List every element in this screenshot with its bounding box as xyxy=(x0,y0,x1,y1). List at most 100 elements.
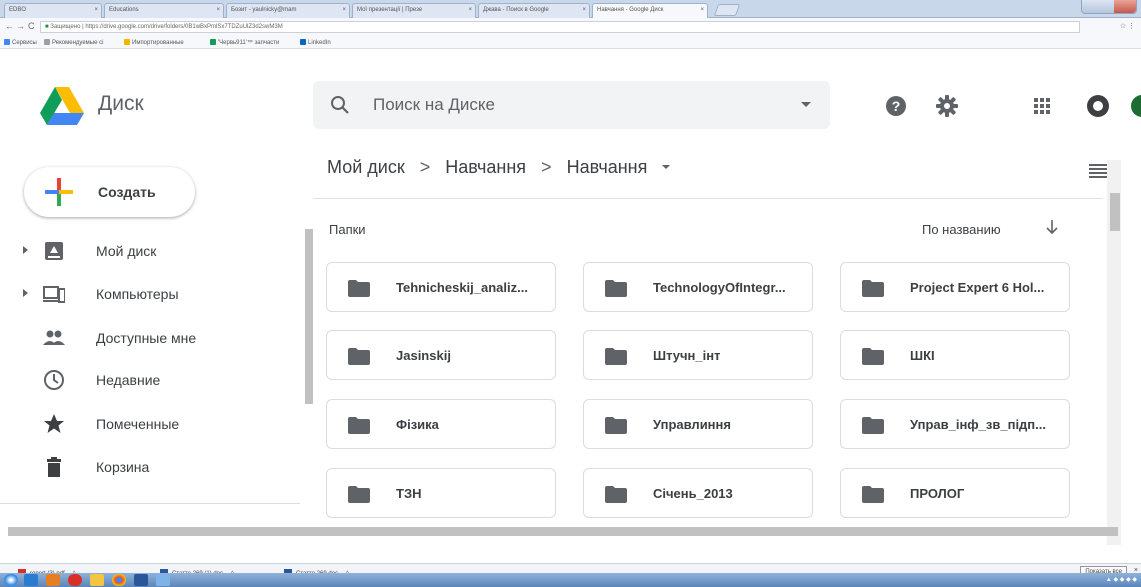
bookmark-item[interactable]: Сервисы xyxy=(4,39,37,46)
folder-icon xyxy=(605,280,627,297)
drive-logo-icon[interactable] xyxy=(40,87,84,127)
folder-card[interactable]: Штучн_інт xyxy=(583,330,813,380)
folder-name: Штучн_інт xyxy=(653,348,721,363)
sidebar-scrollbar[interactable] xyxy=(305,229,313,404)
folder-name: Січень_2013 xyxy=(653,486,733,501)
sidebar-item-recent[interactable]: Недавние xyxy=(0,362,300,398)
sidebar-item-trash[interactable]: Корзина xyxy=(0,449,300,485)
sidebar-item-shared[interactable]: Доступные мне xyxy=(0,320,300,356)
word-icon[interactable] xyxy=(134,574,148,586)
folder-card[interactable]: Фізика xyxy=(326,399,556,449)
chrome-icon[interactable] xyxy=(112,574,126,586)
sidebar-item-my-drive[interactable]: Мой диск xyxy=(0,233,300,269)
folder-card[interactable]: ПРОЛОГ xyxy=(840,468,1070,518)
search-options-dropdown-icon[interactable] xyxy=(801,102,811,107)
expand-arrow-icon[interactable] xyxy=(23,246,28,254)
browser-tab[interactable]: Бозит - yaulnicky@mam × xyxy=(226,3,350,18)
shared-with-me-icon xyxy=(43,330,65,345)
breadcrumb-item[interactable]: Мой диск xyxy=(327,157,405,177)
apps-grid-icon[interactable] xyxy=(1033,97,1051,115)
internet-explorer-icon[interactable] xyxy=(24,574,38,586)
expand-arrow-icon[interactable] xyxy=(23,289,28,297)
folder-card[interactable]: ТЗН xyxy=(326,468,556,518)
folder-card[interactable]: TechnologyOfIntegr... xyxy=(583,262,813,312)
breadcrumb: Мой диск > Навчання > Навчання xyxy=(327,157,680,178)
vertical-scrollbar-thumb[interactable] xyxy=(1110,193,1120,231)
account-icon[interactable] xyxy=(1086,94,1110,118)
folder-card[interactable]: Tehnicheskij_analiz... xyxy=(326,262,556,312)
bookmark-item[interactable]: Рекомендуемые ci xyxy=(44,39,103,46)
system-tray[interactable]: ▲ ◆ ◆ ◆ ◆ xyxy=(1106,576,1137,583)
folder-card[interactable]: ШКІ xyxy=(840,330,1070,380)
back-icon[interactable]: ← xyxy=(5,21,14,31)
opera-icon[interactable] xyxy=(68,574,82,586)
office-icon[interactable] xyxy=(46,574,60,586)
os-taskbar: ▲ ◆ ◆ ◆ ◆ xyxy=(0,573,1141,587)
browser-tab[interactable]: Educations × xyxy=(104,3,224,18)
app-icon[interactable] xyxy=(156,574,170,586)
breadcrumb-item[interactable]: Навчання xyxy=(445,157,526,177)
folder-bookmark-icon xyxy=(124,39,130,45)
chevron-down-icon[interactable] xyxy=(662,165,671,169)
settings-gear-icon[interactable] xyxy=(935,94,959,118)
forward-icon[interactable]: → xyxy=(16,21,25,31)
bookmark-item[interactable]: 'Червь911'™ запчасти xyxy=(210,39,279,46)
tab-close-icon[interactable]: × xyxy=(216,7,220,13)
browser-tab-title: Бозит - yaulnicky@mam xyxy=(231,7,297,13)
search-bar[interactable]: Поиск на Диске xyxy=(313,81,830,129)
tab-close-icon[interactable]: × xyxy=(94,7,98,13)
new-tab-button[interactable] xyxy=(713,4,741,16)
sidebar-item-starred[interactable]: Помеченные xyxy=(0,406,300,442)
address-field[interactable]: ■ Защищено | https://drive.google.com/dr… xyxy=(40,21,1080,33)
browser-tab[interactable]: Джава - Поиск в Google × xyxy=(478,3,590,18)
folder-icon xyxy=(862,417,884,434)
start-button-icon[interactable] xyxy=(4,574,18,586)
create-button[interactable]: Создать xyxy=(24,167,195,217)
folder-card[interactable]: Січень_2013 xyxy=(583,468,813,518)
bookmark-item[interactable]: Импортированные xyxy=(124,39,184,46)
breadcrumb-current[interactable]: Навчання xyxy=(567,157,648,177)
breadcrumb-separator: > xyxy=(419,157,431,177)
bookmark-star-icon[interactable]: ☆ ⋮ xyxy=(1120,22,1135,30)
folder-icon xyxy=(605,348,627,365)
folder-card[interactable]: Project Expert 6 Hol... xyxy=(840,262,1070,312)
site-icon xyxy=(210,39,216,45)
reload-icon[interactable]: C xyxy=(28,21,35,31)
browser-tab-title: EDBO xyxy=(9,7,27,13)
bookmark-label: Рекомендуемые ci xyxy=(52,40,104,46)
sort-button[interactable]: По названию xyxy=(922,222,1001,237)
account-avatar-icon[interactable] xyxy=(1130,94,1141,118)
help-icon[interactable]: ? xyxy=(885,95,907,117)
folder-name: TechnologyOfIntegr... xyxy=(653,280,786,295)
browser-tab[interactable]: Мої презентації | Презе × xyxy=(352,3,476,18)
folder-name: Управлиння xyxy=(653,417,731,432)
folder-name: ТЗН xyxy=(396,486,422,501)
search-icon[interactable] xyxy=(329,94,351,116)
tab-close-icon[interactable]: × xyxy=(582,7,586,13)
window-close-button[interactable] xyxy=(1114,0,1136,13)
bookmark-item[interactable]: LinkedIn xyxy=(300,39,331,46)
bookmark-label: 'Червь911'™ запчасти xyxy=(218,40,280,46)
sidebar-item-computers[interactable]: Компьютеры xyxy=(0,276,300,312)
folder-card[interactable]: Управлиння xyxy=(583,399,813,449)
browser-tab-active[interactable]: Навчання - Google Диск × xyxy=(592,3,708,18)
tab-close-icon[interactable]: × xyxy=(342,7,346,13)
folder-card[interactable]: Управ_інф_зв_підп... xyxy=(840,399,1070,449)
folder-icon xyxy=(605,417,627,434)
tab-close-icon[interactable]: × xyxy=(468,7,472,13)
address-bar-row: ← → C ■ Защищено | https://drive.google.… xyxy=(0,18,1141,36)
sort-direction-arrow-icon[interactable] xyxy=(1046,219,1058,235)
folder-name: Tehnicheskij_analiz... xyxy=(396,280,528,295)
horizontal-scrollbar[interactable] xyxy=(8,527,1118,536)
window-controls[interactable] xyxy=(1081,0,1137,14)
search-input[interactable]: Поиск на Диске xyxy=(373,95,495,115)
file-explorer-icon[interactable] xyxy=(90,574,104,586)
browser-tab-title: Джава - Поиск в Google xyxy=(483,7,549,13)
svg-text:?: ? xyxy=(892,98,901,114)
browser-tab[interactable]: EDBO × xyxy=(4,3,102,18)
tab-close-icon[interactable]: × xyxy=(700,7,704,13)
list-view-icon[interactable] xyxy=(1089,164,1107,178)
sidebar-divider xyxy=(0,503,300,504)
folder-icon xyxy=(348,486,370,503)
folder-card[interactable]: Jasinskij xyxy=(326,330,556,380)
